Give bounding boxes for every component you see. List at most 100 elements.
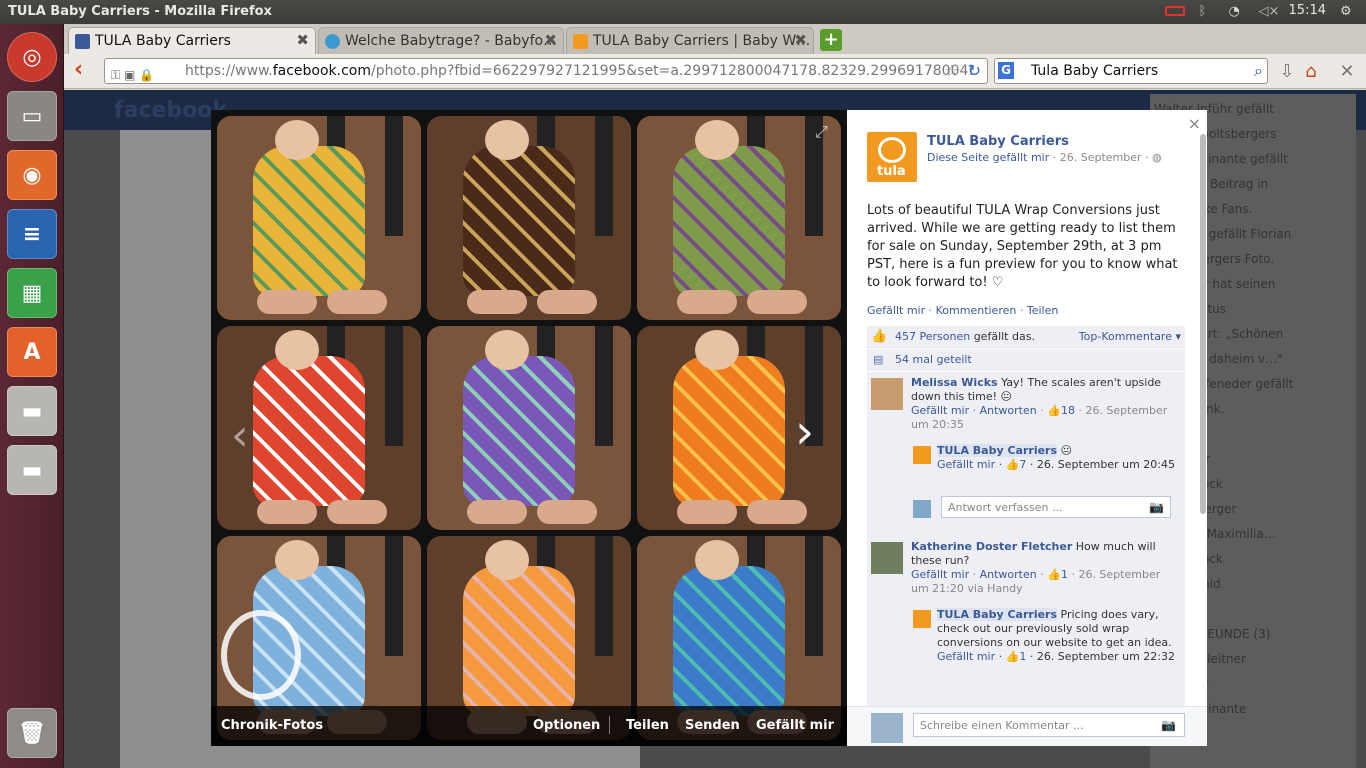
tab-label: TULA Baby Carriers | Baby W… xyxy=(593,33,811,49)
search-bar[interactable]: G Tula Baby Carriers ⌕ xyxy=(994,58,1268,84)
ubuntu-dash-icon[interactable]: ◎ xyxy=(7,32,57,82)
globe-icon: ◍ xyxy=(1152,151,1162,164)
search-icon[interactable]: ⌕ xyxy=(1254,59,1263,83)
firefox-icon[interactable]: ◉ xyxy=(7,150,57,200)
baby-head xyxy=(695,330,739,370)
camera-icon[interactable]: 📷 xyxy=(1161,718,1176,732)
fullscreen-icon[interactable]: ⤢ xyxy=(815,122,828,142)
writer-icon[interactable]: ≡ xyxy=(7,209,57,259)
close-tab-icon[interactable]: ✖ xyxy=(544,31,557,49)
trash-icon[interactable]: 🗑 xyxy=(7,708,57,758)
camera-icon[interactable]: 📷 xyxy=(1149,500,1164,514)
battery-icon[interactable] xyxy=(1164,5,1185,16)
likes-summary: 👍 457 Personen gefällt das. Top-Kommenta… xyxy=(867,326,1185,348)
comments-scrollbar[interactable] xyxy=(1199,134,1207,534)
close-icon[interactable]: × xyxy=(1188,114,1201,133)
bluetooth-icon[interactable]: ᛒ xyxy=(1199,4,1215,19)
photo-tile xyxy=(217,116,421,320)
home-icon[interactable]: ⌂ xyxy=(1300,61,1322,83)
reload-icon[interactable]: ↻ xyxy=(968,59,981,83)
send-button[interactable]: Senden xyxy=(685,718,740,733)
avatar[interactable] xyxy=(871,542,903,574)
baby-head xyxy=(485,540,529,580)
options-button[interactable]: Optionen xyxy=(533,718,600,733)
download-icon[interactable]: ⇩ xyxy=(1276,61,1298,83)
arm xyxy=(537,290,597,314)
baby-carrier xyxy=(253,146,365,296)
comment-input[interactable]: Schreibe einen Kommentar ... 📷 xyxy=(913,713,1185,737)
tab-bar: TULA Baby Carriers ✖ Welche Babytrage? -… xyxy=(64,24,1366,54)
wifi-icon[interactable]: ◔ xyxy=(1229,4,1245,19)
calc-icon[interactable]: ▦ xyxy=(7,268,57,318)
album-link[interactable]: Chronik-Fotos xyxy=(221,718,323,733)
photo-stage[interactable] xyxy=(211,110,847,746)
comment-author[interactable]: Melissa Wicks xyxy=(911,376,998,389)
like-button[interactable]: Gefällt mir xyxy=(756,718,834,733)
shares-count-link[interactable]: 54 mal geteilt xyxy=(895,349,972,371)
next-photo-button[interactable]: › xyxy=(795,404,814,460)
share-button[interactable]: Teilen xyxy=(626,718,669,733)
reply-author[interactable]: TULA Baby Carriers xyxy=(937,444,1058,457)
page-like-link[interactable]: Diese Seite gefällt mir xyxy=(927,151,1049,164)
close-tab-icon[interactable]: ✖ xyxy=(296,31,309,49)
divider xyxy=(609,716,610,734)
page-avatar[interactable]: tula xyxy=(867,132,917,182)
drive-icon[interactable]: ▬ xyxy=(7,386,57,436)
reply-body: TULA Baby Carriers Pricing does vary, ch… xyxy=(937,608,1175,664)
baby-carrier xyxy=(463,146,575,296)
volume-icon[interactable]: ◁× xyxy=(1259,4,1280,19)
tab-tula-facebook[interactable]: TULA Baby Carriers ✖ xyxy=(68,27,316,54)
tula-face-icon xyxy=(878,137,906,163)
scrollbar-thumb[interactable] xyxy=(1200,134,1206,514)
back-button[interactable]: ‹ xyxy=(74,59,98,83)
post-date[interactable]: · 26. September · xyxy=(1053,151,1149,164)
tula-wordmark: tula xyxy=(877,164,906,179)
page-name-link[interactable]: TULA Baby Carriers xyxy=(927,134,1069,149)
clock[interactable]: 15:14 xyxy=(1289,3,1326,18)
strap xyxy=(805,536,823,656)
launcher: ◎ ▭ ◉ ≡ ▦ A ▬ ▬ 🗑 xyxy=(0,24,64,768)
tab-babyforum[interactable]: Welche Babytrage? - Babyfo… ✖ xyxy=(318,27,564,54)
baby-head xyxy=(275,540,319,580)
bookmark-star-icon[interactable]: ☆ xyxy=(945,59,959,83)
reply-text: 😐 xyxy=(1057,444,1072,457)
previous-photo-button[interactable]: ‹ xyxy=(231,410,249,461)
files-icon[interactable]: ▭ xyxy=(7,91,57,141)
search-engine-icon[interactable]: G xyxy=(998,62,1014,79)
avatar[interactable] xyxy=(913,446,931,464)
arm xyxy=(327,500,387,524)
gear-icon[interactable]: ⚙ xyxy=(1340,4,1356,19)
reply-meta: Gefällt mir · 👍1 · 26. September um 22:3… xyxy=(937,650,1175,663)
tab-label: TULA Baby Carriers xyxy=(95,33,231,49)
post-like-link[interactable]: Gefällt mir xyxy=(867,304,925,317)
navigation-bar: ‹ ⚿ ▣ 🔒 https://www.facebook.com/photo.p… xyxy=(64,54,1366,89)
comment-order-dropdown[interactable]: Top-Kommentare ▾ xyxy=(1079,326,1181,348)
new-tab-button[interactable]: + xyxy=(820,29,842,51)
tools-icon[interactable]: ✕ xyxy=(1336,61,1358,83)
reply-meta: Gefällt mir · 👍7 · 26. September um 20:4… xyxy=(937,458,1175,471)
avatar[interactable] xyxy=(871,378,903,410)
thumbs-up-icon: 👍 xyxy=(871,329,888,344)
drive-icon[interactable]: ▬ xyxy=(7,445,57,495)
avatar[interactable] xyxy=(913,610,931,628)
post-share-link[interactable]: Teilen xyxy=(1027,304,1058,317)
strap xyxy=(385,536,403,656)
reply-author[interactable]: TULA Baby Carriers xyxy=(937,608,1058,621)
site-identity-icon[interactable]: ⚿ ▣ 🔒 xyxy=(111,63,173,82)
arm xyxy=(467,290,527,314)
reply-input-row: Antwort verfassen ... 📷 xyxy=(913,496,1175,520)
comment-author[interactable]: Katherine Doster Fletcher xyxy=(911,540,1072,553)
baby-head xyxy=(485,120,529,160)
software-center-icon[interactable]: A xyxy=(7,327,57,377)
likes-count-link[interactable]: 457 Personen xyxy=(895,330,970,343)
reply-input[interactable]: Antwort verfassen ... 📷 xyxy=(941,496,1171,518)
url-host: facebook.com xyxy=(272,63,371,79)
tab-tula-website[interactable]: TULA Baby Carriers | Baby W… ✖ xyxy=(566,27,814,54)
baby-carrier xyxy=(463,566,575,716)
post-comment-link[interactable]: Kommentieren xyxy=(936,304,1017,317)
close-tab-icon[interactable]: ✖ xyxy=(794,31,807,49)
comment-meta: Gefällt mir · Antworten · 👍1 · 26. Septe… xyxy=(911,568,1161,595)
share-icon: ▤ xyxy=(873,353,884,366)
url-bar[interactable]: ⚿ ▣ 🔒 https://www.facebook.com/photo.php… xyxy=(104,58,988,84)
photo-side-panel: × tula TULA Baby Carriers Diese Seite ge… xyxy=(847,110,1207,746)
